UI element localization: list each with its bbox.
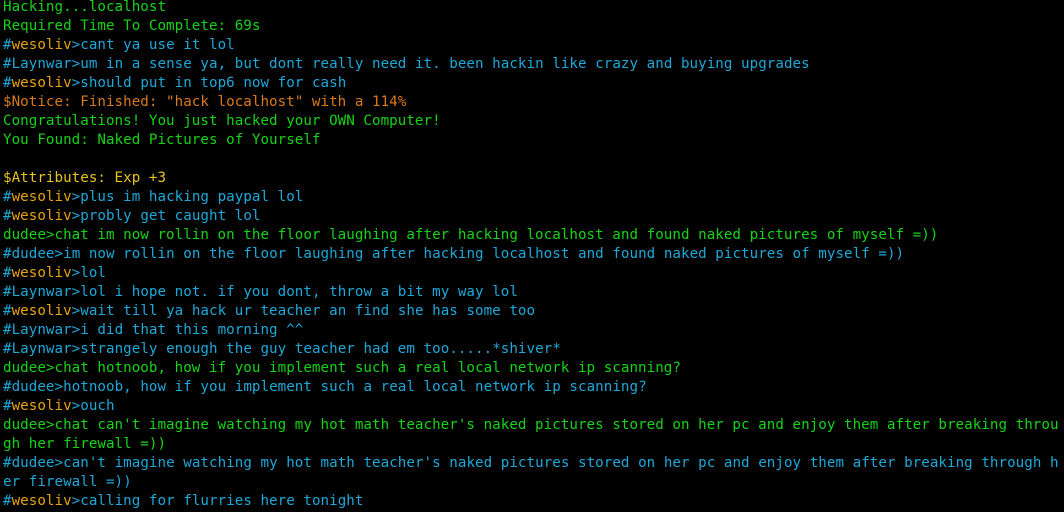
chat-message: hotnoob, how if you implement such a rea… (63, 379, 647, 395)
chat-line: #wesoliv>probly get caught lol (3, 207, 1063, 226)
chat-line: #wesoliv>cant ya use it lol (3, 36, 1063, 55)
chat-username: dudee (11, 379, 55, 395)
system-line: Required Time To Complete: 69s (3, 17, 1063, 36)
chat-prefix: # (3, 56, 12, 72)
chat-message: um in a sense ya, but dont really need i… (80, 56, 810, 72)
chat-prefix: # (3, 455, 12, 471)
chat-message: wait till ya hack ur teacher an find she… (80, 303, 536, 319)
system-line: Congratulations! You just hacked your OW… (3, 112, 1063, 131)
system-text: dudee>chat can't imagine watching my hot… (3, 417, 1059, 452)
chat-line: #Laynwar>lol i hope not. if you dont, th… (3, 283, 1063, 302)
chat-message: strangely enough the guy teacher had em … (80, 341, 561, 357)
chat-separator: > (71, 322, 81, 338)
chat-line: #Laynwar>i did that this morning ^^ (3, 321, 1063, 340)
chat-message: calling for flurries here tonight (80, 493, 364, 509)
attributes-line: $Attributes: Exp +3 (3, 169, 1063, 188)
chat-username: wesoliv (11, 75, 72, 91)
system-text: dudee>chat hotnoob, how if you implement… (3, 360, 681, 376)
chat-line: #Laynwar>um in a sense ya, but dont real… (3, 55, 1063, 74)
chat-line: #dudee>hotnoob, how if you implement suc… (3, 378, 1063, 397)
chat-message: lol (80, 265, 107, 281)
chat-separator: > (71, 341, 81, 357)
chat-line: #wesoliv>calling for flurries here tonig… (3, 492, 1063, 511)
chat-separator: > (71, 56, 81, 72)
chat-separator: > (71, 493, 81, 509)
chat-prefix: # (3, 284, 12, 300)
chat-username: wesoliv (11, 189, 72, 205)
attributes-text: $Attributes: Exp +3 (3, 170, 167, 186)
system-text: Required Time To Complete: 69s (3, 18, 261, 34)
chat-username: Laynwar (11, 341, 72, 357)
chat-prefix: # (3, 341, 12, 357)
chat-prefix: # (3, 379, 12, 395)
system-line: dudee>chat can't imagine watching my hot… (3, 416, 1063, 454)
chat-line: #dudee>can't imagine watching my hot mat… (3, 454, 1063, 492)
chat-separator: > (71, 208, 81, 224)
chat-username: wesoliv (11, 265, 72, 281)
chat-prefix: # (3, 189, 12, 205)
system-text: You Found: Naked Pictures of Yourself (3, 132, 321, 148)
chat-prefix: # (3, 493, 12, 509)
chat-line: #wesoliv>should put in top6 now for cash (3, 74, 1063, 93)
chat-separator: > (54, 246, 64, 262)
chat-line: #wesoliv>ouch (3, 397, 1063, 416)
chat-separator: > (71, 37, 81, 53)
chat-prefix: # (3, 322, 12, 338)
chat-prefix: # (3, 265, 12, 281)
chat-message: can't imagine watching my hot math teach… (3, 455, 1059, 490)
chat-username: dudee (11, 455, 55, 471)
chat-message: ouch (80, 398, 115, 414)
chat-line: #dudee>im now rollin on the floor laughi… (3, 245, 1063, 264)
chat-prefix: # (3, 75, 12, 91)
chat-prefix: # (3, 37, 12, 53)
chat-username: wesoliv (11, 303, 72, 319)
chat-username: Laynwar (11, 284, 72, 300)
chat-message: plus im hacking paypal lol (80, 189, 304, 205)
system-line: Hacking...localhost (3, 0, 1063, 17)
chat-username: Laynwar (11, 56, 72, 72)
chat-line: #Laynwar>strangely enough the guy teache… (3, 340, 1063, 359)
system-line: dudee>chat im now rollin on the floor la… (3, 226, 1063, 245)
chat-message: probly get caught lol (80, 208, 261, 224)
system-line: dudee>chat hotnoob, how if you implement… (3, 359, 1063, 378)
notice-line: $Notice: Finished: "hack localhost" with… (3, 93, 1063, 112)
system-text: dudee>chat im now rollin on the floor la… (3, 227, 939, 243)
chat-prefix: # (3, 398, 12, 414)
terminal-output: Hacking...localhost Required Time To Comp… (3, 0, 1063, 511)
chat-prefix: # (3, 208, 12, 224)
system-text: Congratulations! You just hacked your OW… (3, 113, 441, 129)
chat-username: wesoliv (11, 493, 72, 509)
chat-separator: > (71, 303, 81, 319)
system-line: You Found: Naked Pictures of Yourself (3, 131, 1063, 150)
chat-line: #wesoliv>wait till ya hack ur teacher an… (3, 302, 1063, 321)
chat-separator: > (71, 189, 81, 205)
chat-username: Laynwar (11, 322, 72, 338)
chat-separator: > (54, 455, 64, 471)
chat-message: i did that this morning ^^ (80, 322, 304, 338)
chat-prefix: # (3, 303, 12, 319)
chat-separator: > (71, 398, 81, 414)
chat-username: wesoliv (11, 398, 72, 414)
system-text: Hacking...localhost (3, 0, 167, 15)
chat-username: dudee (11, 246, 55, 262)
chat-username: wesoliv (11, 208, 72, 224)
chat-prefix: # (3, 246, 12, 262)
chat-separator: > (71, 75, 81, 91)
chat-separator: > (71, 284, 81, 300)
chat-message: lol i hope not. if you dont, throw a bit… (80, 284, 518, 300)
chat-username: wesoliv (11, 37, 72, 53)
chat-message: should put in top6 now for cash (80, 75, 347, 91)
chat-separator: > (54, 379, 64, 395)
chat-message: im now rollin on the floor laughing afte… (63, 246, 905, 262)
chat-message: cant ya use it lol (80, 37, 235, 53)
chat-line: #wesoliv>plus im hacking paypal lol (3, 188, 1063, 207)
chat-separator: > (71, 265, 81, 281)
chat-line: #wesoliv>lol (3, 264, 1063, 283)
notice-text: $Notice: Finished: "hack localhost" with… (3, 94, 407, 110)
